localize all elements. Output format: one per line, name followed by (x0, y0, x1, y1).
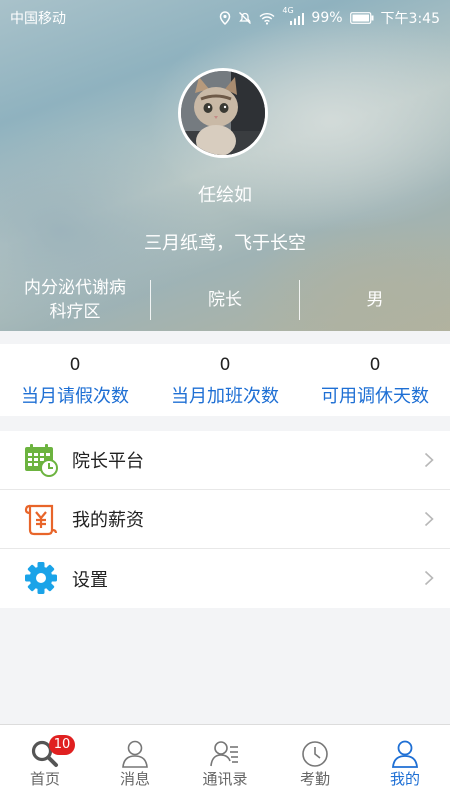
person-icon (122, 740, 148, 768)
chevron-right-icon (424, 511, 434, 527)
contacts-icon (210, 741, 238, 767)
calendar-clock-icon (25, 444, 58, 477)
cat-avatar-image (181, 71, 265, 155)
clock-icon (302, 741, 328, 767)
stat-label: 当月请假次数 (21, 386, 129, 407)
tab-label: 我的 (389, 770, 420, 788)
status-icons: 4G 99% 下午3:45 (219, 6, 440, 28)
gear-icon (25, 562, 57, 594)
menu-item-president-platform[interactable]: 院长平台 (0, 431, 450, 490)
tab-mine[interactable]: 我的 (360, 725, 450, 801)
gender-text: 男 (366, 290, 384, 310)
tab-label: 考勤 (299, 770, 330, 788)
status-bar: 中国移动 4G 99% 下午3:45 (0, 0, 450, 32)
chevron-right-icon (424, 570, 434, 586)
tab-label: 通讯录 (202, 770, 248, 788)
chevron-right-icon (424, 452, 434, 468)
department-text: 内分泌代谢病科疗区 (24, 278, 126, 322)
info-divider (150, 280, 151, 320)
tab-contacts[interactable]: 通讯录 (180, 725, 270, 801)
department-cell: 内分泌代谢病科疗区 (0, 275, 150, 325)
menu-item-my-salary[interactable]: 我的薪资 (0, 490, 450, 549)
location-icon (220, 11, 231, 25)
tab-messages[interactable]: 消息 (90, 725, 180, 801)
notification-badge: 10 (49, 735, 75, 755)
salary-scroll-icon (24, 504, 58, 536)
carrier-label: 中国移动 (10, 11, 66, 27)
tab-home[interactable]: 10 首页 (0, 725, 90, 801)
stats-panel: 0 当月请假次数 0 当月加班次数 0 可用调休天数 (0, 344, 450, 416)
bottom-tab-bar: 10 首页 消息 通讯录 考勤 我的 (0, 724, 450, 801)
stat-value: 0 (69, 355, 81, 375)
wifi-icon (259, 12, 275, 25)
menu-label: 我的薪资 (72, 510, 144, 531)
profile-header: 中国移动 4G 99% 下午3:45 任绘如 三月纸鸢，飞于长空 内分泌代谢病科… (0, 0, 450, 331)
clock-time: 下午3:45 (380, 11, 440, 27)
user-name: 任绘如 (198, 185, 252, 206)
stat-comp-days[interactable]: 0 可用调休天数 (300, 344, 450, 416)
stat-leave[interactable]: 0 当月请假次数 (0, 344, 150, 416)
position-cell: 院长 (150, 275, 300, 325)
battery-icon (349, 12, 374, 24)
menu-label: 设置 (72, 569, 108, 591)
menu-label: 院长平台 (72, 451, 144, 472)
menu-item-settings[interactable]: 设置 (0, 549, 450, 608)
tab-label: 首页 (29, 770, 60, 788)
stat-label: 可用调休天数 (321, 386, 429, 407)
battery-percent: 99% (311, 10, 343, 26)
menu-list: 院长平台 我的薪资 设置 (0, 431, 450, 608)
user-signature: 三月纸鸢，飞于长空 (144, 233, 306, 254)
stat-value: 0 (369, 355, 381, 375)
tab-label: 消息 (119, 770, 150, 788)
stat-value: 0 (219, 355, 231, 375)
person-icon (392, 740, 418, 768)
position-text: 院长 (208, 290, 242, 310)
stat-overtime[interactable]: 0 当月加班次数 (150, 344, 300, 416)
avatar[interactable] (178, 68, 268, 158)
info-divider (299, 280, 300, 320)
mute-icon (239, 12, 252, 24)
stat-label: 当月加班次数 (171, 386, 279, 407)
signal-icon (290, 13, 305, 25)
tab-attendance[interactable]: 考勤 (270, 725, 360, 801)
gender-cell: 男 (300, 275, 450, 325)
profile-info-row: 内分泌代谢病科疗区 院长 男 (0, 275, 450, 325)
